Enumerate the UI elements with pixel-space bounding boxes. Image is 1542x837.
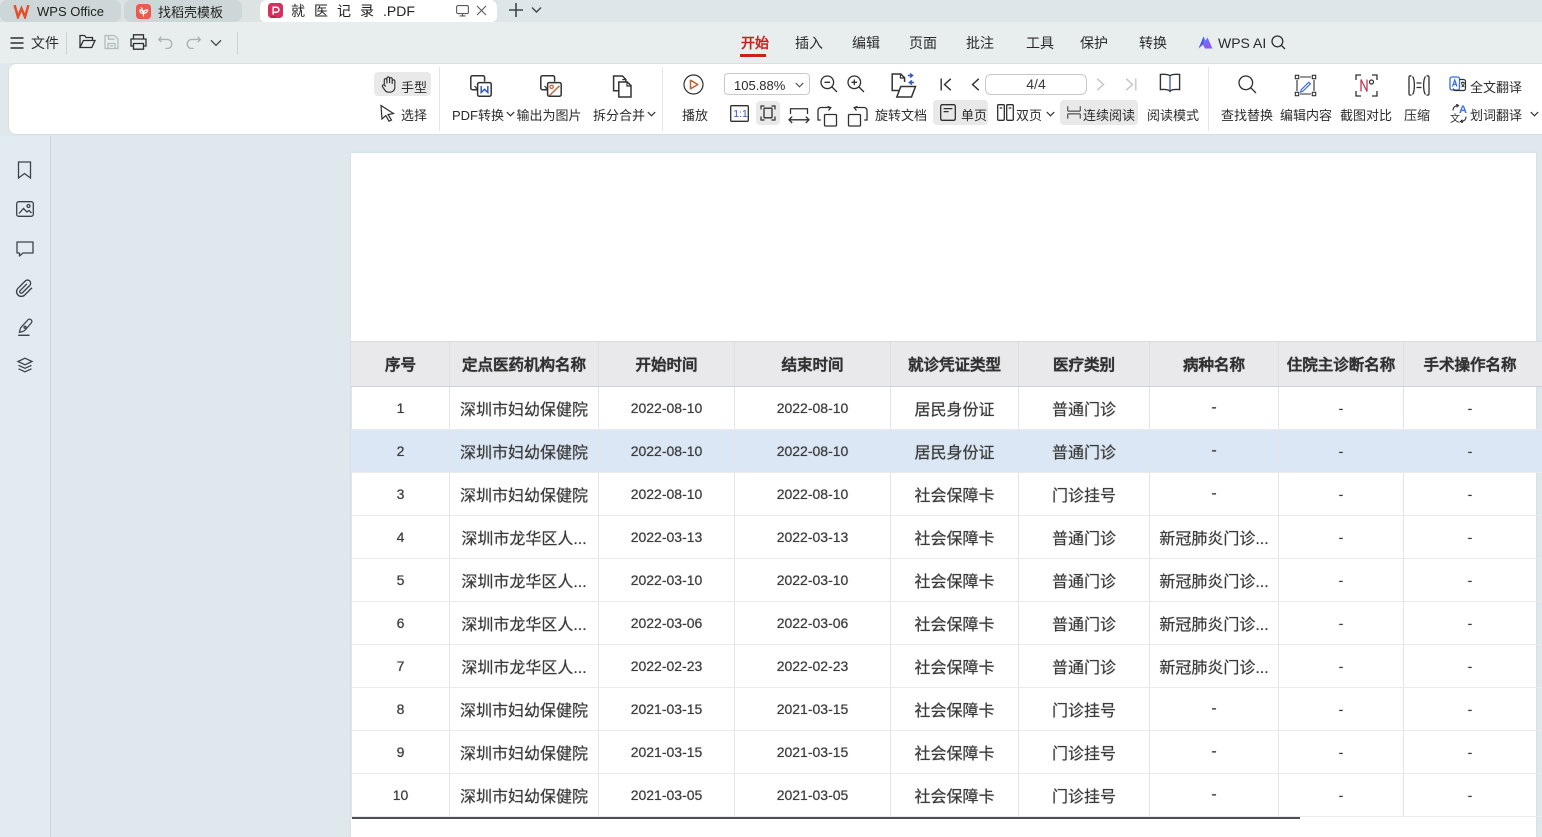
svg-text:1:1: 1:1 — [733, 108, 748, 120]
svg-text:A: A — [1459, 104, 1467, 116]
